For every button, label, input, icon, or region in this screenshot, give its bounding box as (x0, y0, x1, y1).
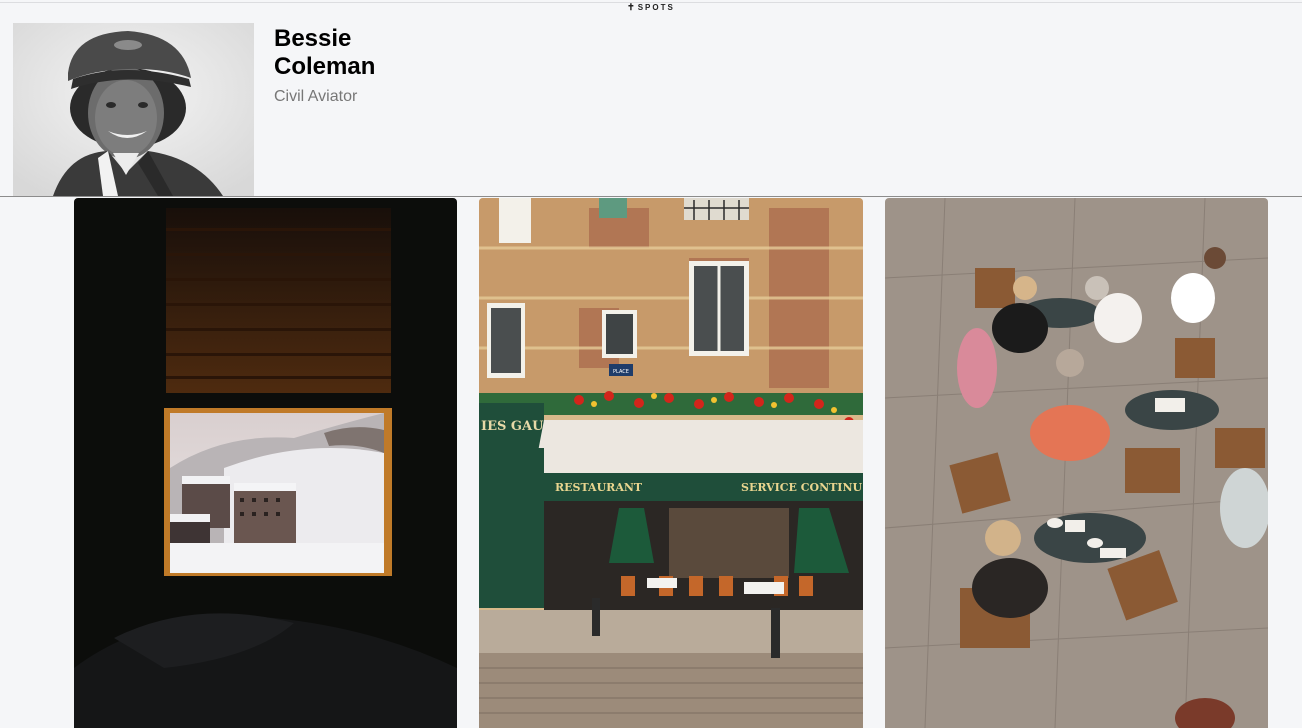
profile-name: Bessie Coleman (274, 25, 376, 80)
profile-portrait (13, 23, 254, 196)
photo-tile-window-view[interactable] (74, 198, 457, 728)
profile-header: Bessie Coleman Civil Aviator (0, 3, 1302, 197)
awning-restaurant-text: RESTAURANT (555, 481, 643, 494)
street-plate-text: PLACE (613, 369, 629, 375)
photo-tile-cafe-terrace[interactable] (885, 198, 1268, 728)
awning-service-text: SERVICE CONTINU (741, 481, 863, 494)
photo-tile-restaurant[interactable]: PLACE IES GAUBERT RESTAURANT SERVICE CON… (479, 198, 863, 728)
profile-role: Civil Aviator (274, 88, 358, 105)
